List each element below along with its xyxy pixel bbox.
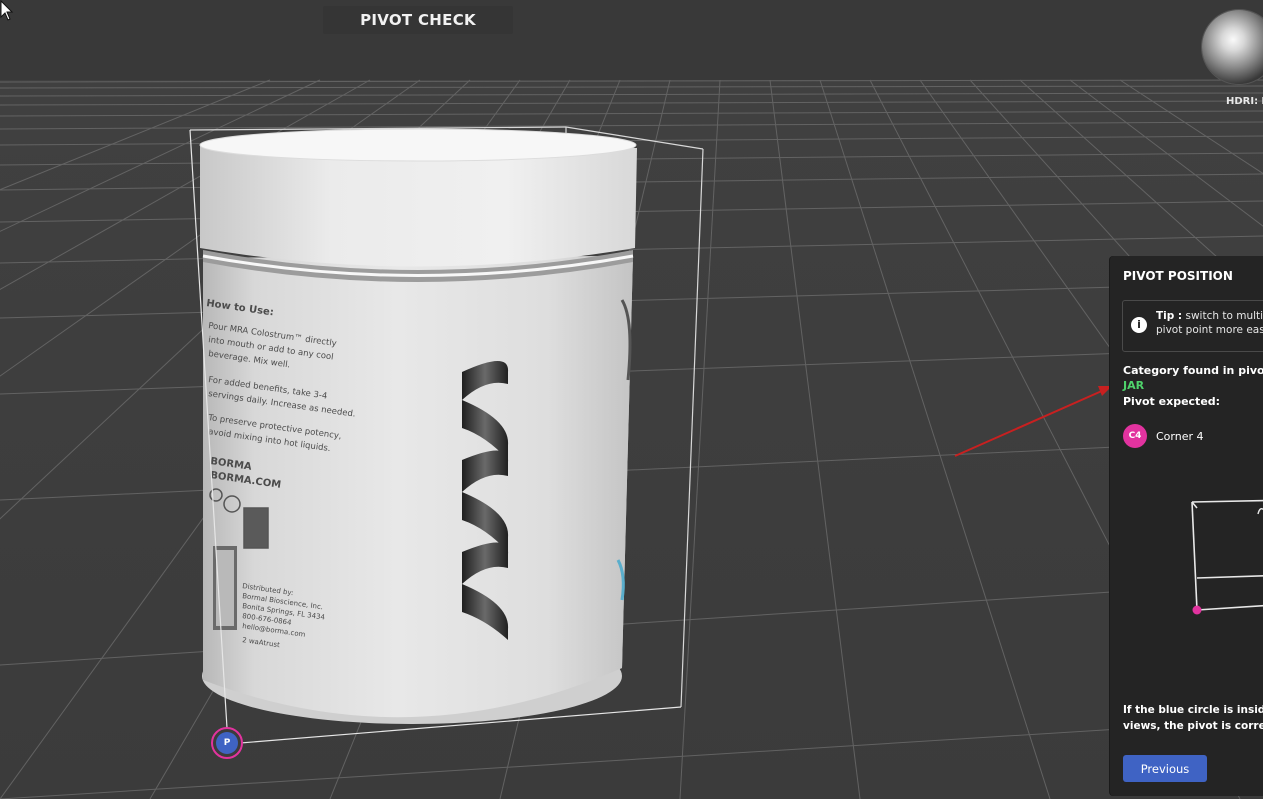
tip-box: i Tip : switch to multivie pivot point m…	[1122, 300, 1263, 352]
pivot-position-panel: PIVOT POSITION i Tip : switch to multivi…	[1110, 256, 1263, 796]
3d-viewport[interactable]: How to Use: Pour MRA Colostrum™ directly…	[0, 0, 1263, 799]
category-label: Category found in pivot da	[1123, 364, 1263, 377]
jar-model[interactable]: How to Use: Pour MRA Colostrum™ directly…	[199, 128, 637, 724]
pivot-marker[interactable]: P	[211, 727, 243, 759]
corner-4-dot	[1192, 605, 1202, 615]
pivot-preview-diagram	[1191, 499, 1263, 615]
hdri-label: HDRI: N	[1226, 96, 1263, 107]
pivot-marker-label: P	[216, 732, 238, 754]
category-value: JAR	[1123, 379, 1145, 392]
hdri-sphere-icon[interactable]	[1202, 10, 1263, 84]
mouse-cursor-icon	[0, 0, 14, 21]
pivot-expected-label: Pivot expected:	[1123, 395, 1221, 408]
tip-text: Tip : switch to multivie pivot point mor…	[1156, 310, 1263, 336]
previous-button[interactable]: Previous	[1123, 755, 1207, 782]
footnote: If the blue circle is inside th views, t…	[1123, 704, 1263, 732]
corner-label: Corner 4	[1156, 430, 1204, 443]
info-icon: i	[1131, 317, 1147, 333]
viewport-scene: How to Use: Pour MRA Colostrum™ directly…	[0, 0, 1263, 799]
corner-badge: C4	[1123, 424, 1147, 448]
hdri-widget[interactable]: HDRI: N	[1202, 10, 1263, 110]
panel-title: PIVOT POSITION	[1123, 269, 1233, 283]
page-title: PIVOT CHECK	[323, 6, 513, 34]
